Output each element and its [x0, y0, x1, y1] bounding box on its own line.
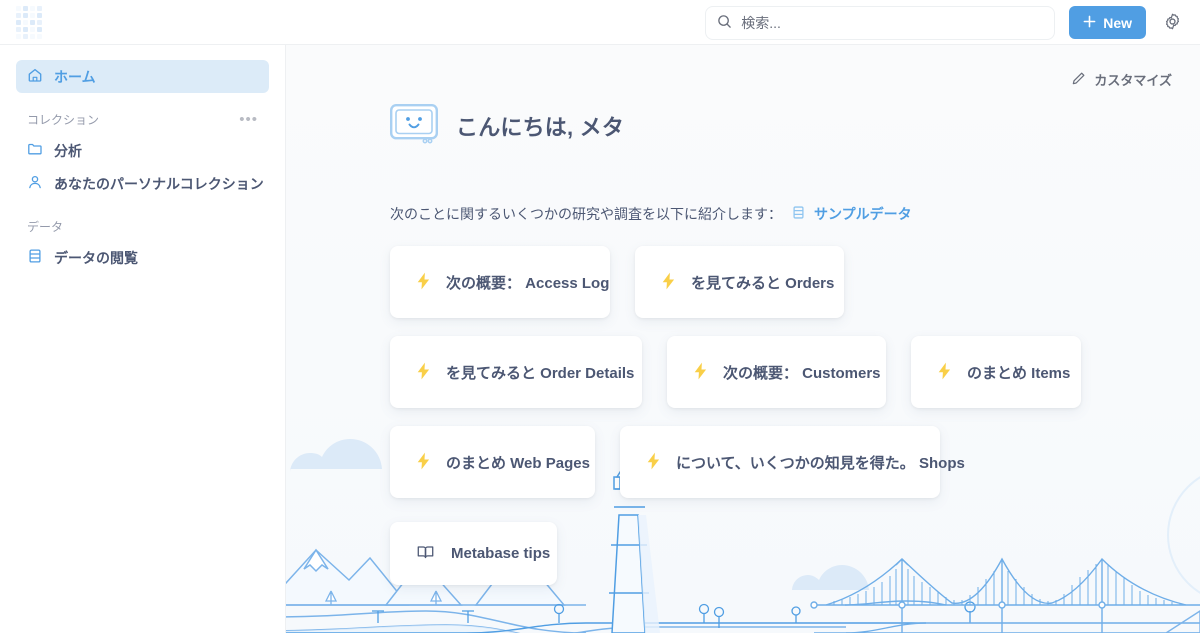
xray-card-prefix: を見てみると: [691, 274, 786, 292]
sidebar-navigation: ホーム コレクション ••• 分析 あなたのパーソナルコレクション データ デー…: [0, 45, 286, 633]
bolt-icon: [416, 362, 431, 383]
xray-card-prefix: 次の概要：: [446, 274, 526, 292]
xray-card-items[interactable]: のまとめ Items: [911, 336, 1081, 408]
new-button-label: New: [1103, 14, 1132, 31]
app-logo[interactable]: [0, 0, 286, 45]
xray-card-order-details[interactable]: を見てみると Order Details: [390, 336, 642, 408]
metabase-home-page: 検索... New ホーム コレクション ••• 分析 あなたのパーソナルコレク…: [0, 0, 1200, 633]
greeting-block: こんにちは, メタ: [286, 45, 1200, 147]
sidebar-item-home-label: ホーム: [54, 68, 96, 85]
ellipsis-icon[interactable]: •••: [239, 112, 258, 127]
sidebar-section-data: データ: [16, 218, 269, 235]
xray-card-shops[interactable]: について、いくつかの知見を得た。 Shops: [620, 426, 965, 498]
bolt-icon: [416, 452, 431, 473]
xray-card-access-log[interactable]: 次の概要： Access Log: [390, 246, 610, 318]
xray-card-row: のまとめ Web Pages について、いくつかの知見を得た。 Shops: [390, 426, 1200, 498]
settings-button[interactable]: [1160, 11, 1184, 35]
bolt-icon: [416, 272, 431, 293]
customize-button[interactable]: カスタマイズ: [1071, 70, 1172, 89]
search-placeholder-text: 検索...: [741, 14, 781, 31]
new-button[interactable]: New: [1069, 6, 1146, 39]
bolt-icon: [937, 362, 952, 383]
xray-card-row: を見てみると Order Details 次の概要： Customers のまとめ …: [390, 336, 1200, 408]
bolt-icon: [693, 362, 708, 383]
metabot-smiley-icon: [390, 104, 438, 147]
xray-card-label: 次の概要： Access Log: [446, 272, 609, 293]
gear-icon: [1163, 12, 1182, 34]
sidebar-item-personal-collection-label: あなたのパーソナルコレクション: [54, 175, 264, 192]
xray-card-prefix: を見てみると: [446, 364, 541, 382]
main-road: [286, 622, 926, 633]
xray-card-label: について、いくつかの知見を得た。 Shops: [676, 452, 965, 473]
main-content: カスタマイズ こんにちは, メタ 次のことに関するいくつかの研究や調査を以下に紹…: [286, 45, 1200, 633]
sidebar-section-collections: コレクション •••: [16, 111, 269, 128]
xray-card-customers[interactable]: 次の概要： Customers: [667, 336, 886, 408]
water-area: [286, 625, 517, 633]
topbar-actions: 検索... New: [705, 0, 1200, 45]
bolt-icon: [661, 272, 676, 293]
trees: [324, 590, 443, 605]
sidebar-section-data-title: データ: [27, 220, 64, 234]
greeting-text: こんにちは, メタ: [456, 114, 625, 140]
sidebar-item-analytics-label: 分析: [54, 142, 82, 159]
xray-card-table-name: Items: [1031, 364, 1071, 382]
sample-database-label: サンプルデータ: [814, 206, 912, 222]
xray-card-label: のまとめ Items: [967, 362, 1070, 383]
sample-database-link[interactable]: サンプルデータ: [791, 204, 912, 224]
person-icon: [27, 174, 43, 193]
xray-card-table-name: Orders: [785, 274, 835, 292]
search-icon: [717, 14, 732, 32]
sidebar-item-browse-data-label: データの閲覧: [54, 249, 138, 266]
xray-card-row: 次の概要： Access Log を見てみると Orders: [390, 246, 1200, 318]
customize-label: カスタマイズ: [1094, 73, 1172, 88]
database-icon: [27, 248, 43, 267]
right-slope: [1164, 610, 1200, 633]
xray-card-label: のまとめ Web Pages: [446, 452, 590, 473]
bolt-icon: [646, 452, 661, 473]
xray-card-grid: 次の概要： Access Log を見てみると Orders を見てみると Orde…: [286, 224, 1200, 498]
roads: [286, 610, 846, 633]
sidebar-item-personal-collection[interactable]: あなたのパーソナルコレクション: [16, 167, 269, 200]
metabase-tips-card[interactable]: Metabase tips: [390, 522, 557, 585]
xray-card-table-name: Customers: [802, 364, 881, 382]
xray-card-table-name: Web Pages: [510, 454, 590, 472]
database-icon: [791, 205, 806, 223]
xray-card-table-name: Shops: [918, 454, 965, 472]
folder-icon: [27, 141, 43, 160]
xray-card-prefix: のまとめ: [967, 364, 1032, 382]
xray-card-table-name: Access Log: [525, 274, 610, 292]
metabase-tips-label: Metabase tips: [451, 545, 551, 562]
book-icon: [416, 543, 435, 565]
xray-card-label: を見てみると Order Details: [446, 362, 634, 383]
xray-card-label: を見てみると Orders: [691, 272, 834, 293]
home-icon: [27, 67, 43, 86]
xray-card-prefix: のまとめ: [446, 454, 511, 472]
subtitle-row: 次のことに関するいくつかの研究や調査を以下に紹介します： サンプルデータ: [286, 147, 1200, 224]
xray-card-label: 次の概要： Customers: [723, 362, 881, 383]
xray-card-table-name: Order Details: [540, 364, 635, 382]
pencil-icon: [1071, 71, 1086, 89]
sidebar-item-analytics[interactable]: 分析: [16, 134, 269, 167]
metabase-dot-grid-logo-icon: [16, 5, 42, 39]
plus-icon: [1083, 15, 1096, 31]
xray-card-prefix: について、いくつかの知見を得た。: [676, 454, 919, 472]
top-navigation-bar: 検索... New: [0, 0, 1200, 45]
subtitle-text: 次のことに関するいくつかの研究や調査を以下に紹介します：: [390, 206, 782, 222]
xray-card-web-pages[interactable]: のまとめ Web Pages: [390, 426, 595, 498]
xray-card-orders[interactable]: を見てみると Orders: [635, 246, 844, 318]
sidebar-section-collections-title: コレクション: [27, 113, 100, 127]
home-content: カスタマイズ こんにちは, メタ 次のことに関するいくつかの研究や調査を以下に紹…: [286, 45, 1200, 585]
street-lamps: [372, 601, 976, 628]
sidebar-item-home[interactable]: ホーム: [16, 60, 269, 93]
xray-card-prefix: 次の概要：: [723, 364, 803, 382]
search-input[interactable]: 検索...: [705, 5, 1056, 40]
sidebar-item-browse-data[interactable]: データの閲覧: [16, 241, 269, 274]
